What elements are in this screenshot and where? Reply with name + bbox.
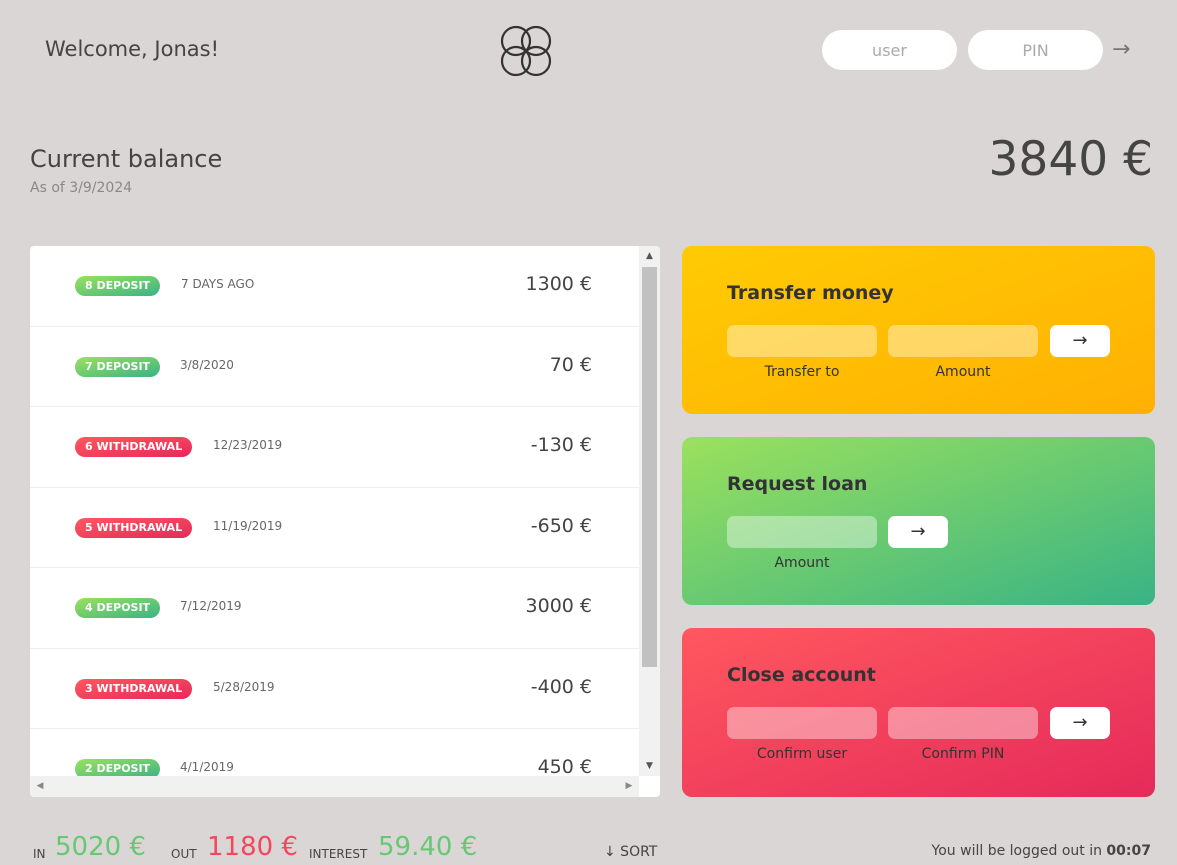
balance-date: As of 3/9/2024 [30, 180, 133, 196]
movement-row: 7 DEPOSIT 3/8/2020 70 € [30, 327, 639, 407]
movement-value: 1300 € [525, 273, 592, 295]
login-user-input[interactable]: user [822, 30, 957, 70]
loan-amount-label: Amount [774, 555, 830, 571]
movement-date: 4/1/2019 [180, 760, 234, 774]
movement-type-badge: 8 DEPOSIT [75, 276, 161, 296]
loan-panel: Request loan → Amount [682, 437, 1155, 605]
movement-value: 450 € [537, 756, 592, 776]
close-user-input[interactable] [727, 707, 877, 739]
vertical-scrollbar[interactable]: ▲ ▼ [639, 246, 660, 776]
logout-timer-text: You will be logged out in [931, 843, 1107, 859]
movement-date: 7 DAYS AGO [181, 277, 255, 291]
welcome-message: Welcome, Jonas! [45, 37, 219, 61]
movements-list: 8 DEPOSIT 7 DAYS AGO 1300 € 7 DEPOSIT 3/… [30, 246, 639, 776]
movements-panel[interactable]: 8 DEPOSIT 7 DAYS AGO 1300 € 7 DEPOSIT 3/… [30, 246, 660, 797]
movement-date: 12/23/2019 [213, 438, 283, 452]
horizontal-scrollbar[interactable]: ◀ ▶ [30, 776, 639, 797]
transfer-title: Transfer money [727, 282, 894, 304]
movement-date: 7/12/2019 [180, 599, 242, 613]
close-account-title: Close account [727, 664, 876, 686]
scroll-down-icon[interactable]: ▼ [639, 758, 660, 774]
movement-type-badge: 5 WITHDRAWAL [75, 517, 193, 538]
movement-value: -130 € [530, 434, 592, 456]
close-user-label: Confirm user [756, 746, 848, 762]
movement-date: 11/19/2019 [213, 518, 283, 533]
summary-in-value: 5020 € [55, 832, 146, 862]
close-pin-label: Confirm PIN [921, 746, 1005, 762]
scrollbar-thumb[interactable] [642, 267, 657, 667]
scroll-up-icon[interactable]: ▲ [639, 248, 660, 264]
movement-value: -650 € [530, 514, 592, 537]
movement-value: 70 € [549, 353, 592, 376]
movement-row: 6 WITHDRAWAL 12/23/2019 -130 € [30, 407, 639, 488]
movement-type-badge: 3 WITHDRAWAL [75, 678, 193, 699]
movement-value: -400 € [530, 675, 592, 698]
movement-row: 2 DEPOSIT 4/1/2019 450 € [30, 729, 639, 776]
transfer-to-input[interactable] [727, 325, 877, 357]
movement-type-badge: 6 WITHDRAWAL [75, 437, 193, 457]
transfer-panel: Transfer money → Transfer to Amount [682, 246, 1155, 414]
movement-date: 5/28/2019 [213, 679, 275, 694]
movement-row: 5 WITHDRAWAL 11/19/2019 -650 € [30, 488, 639, 568]
movement-row: 3 WITHDRAWAL 5/28/2019 -400 € [30, 649, 639, 729]
transfer-amount-label: Amount [935, 364, 991, 380]
transfer-to-label: Transfer to [764, 364, 840, 380]
close-account-panel: Close account → Confirm user Confirm PIN [682, 628, 1155, 797]
loan-amount-input[interactable] [727, 516, 877, 548]
transfer-submit-button[interactable]: → [1050, 325, 1110, 357]
login-button[interactable]: → [1112, 36, 1130, 64]
scroll-left-icon[interactable]: ◀ [30, 776, 50, 797]
close-submit-button[interactable]: → [1050, 707, 1110, 739]
movement-value: 3000 € [525, 595, 592, 617]
loan-submit-button[interactable]: → [888, 516, 948, 548]
balance-label: Current balance [30, 145, 223, 173]
movement-row: 4 DEPOSIT 7/12/2019 3000 € [30, 568, 639, 649]
scroll-right-icon[interactable]: ▶ [619, 776, 639, 797]
logout-timer-value: 00:07 [1106, 843, 1151, 859]
login-pin-input[interactable]: PIN [968, 30, 1103, 70]
sort-button[interactable]: ↓ SORT [604, 844, 657, 860]
movement-date: 3/8/2020 [180, 357, 234, 372]
summary-in-label: In [33, 847, 46, 861]
movement-row: 8 DEPOSIT 7 DAYS AGO 1300 € [30, 246, 639, 327]
logout-timer: You will be logged out in 00:07 [932, 843, 1151, 859]
summary-interest-value: 59.40 € [378, 832, 478, 862]
balance-value: 3840 € [988, 132, 1153, 187]
close-pin-input[interactable] [888, 707, 1038, 739]
movement-type-badge: 2 DEPOSIT [75, 759, 161, 776]
movement-type-badge: 4 DEPOSIT [75, 598, 161, 618]
movement-type-badge: 7 DEPOSIT [75, 356, 161, 377]
logo-icon [500, 25, 552, 77]
summary-interest-label: Interest [309, 847, 368, 861]
summary-out-value: 1180 € [207, 832, 298, 862]
summary-out-label: Out [171, 847, 197, 861]
loan-title: Request loan [727, 473, 868, 495]
transfer-amount-input[interactable] [888, 325, 1038, 357]
